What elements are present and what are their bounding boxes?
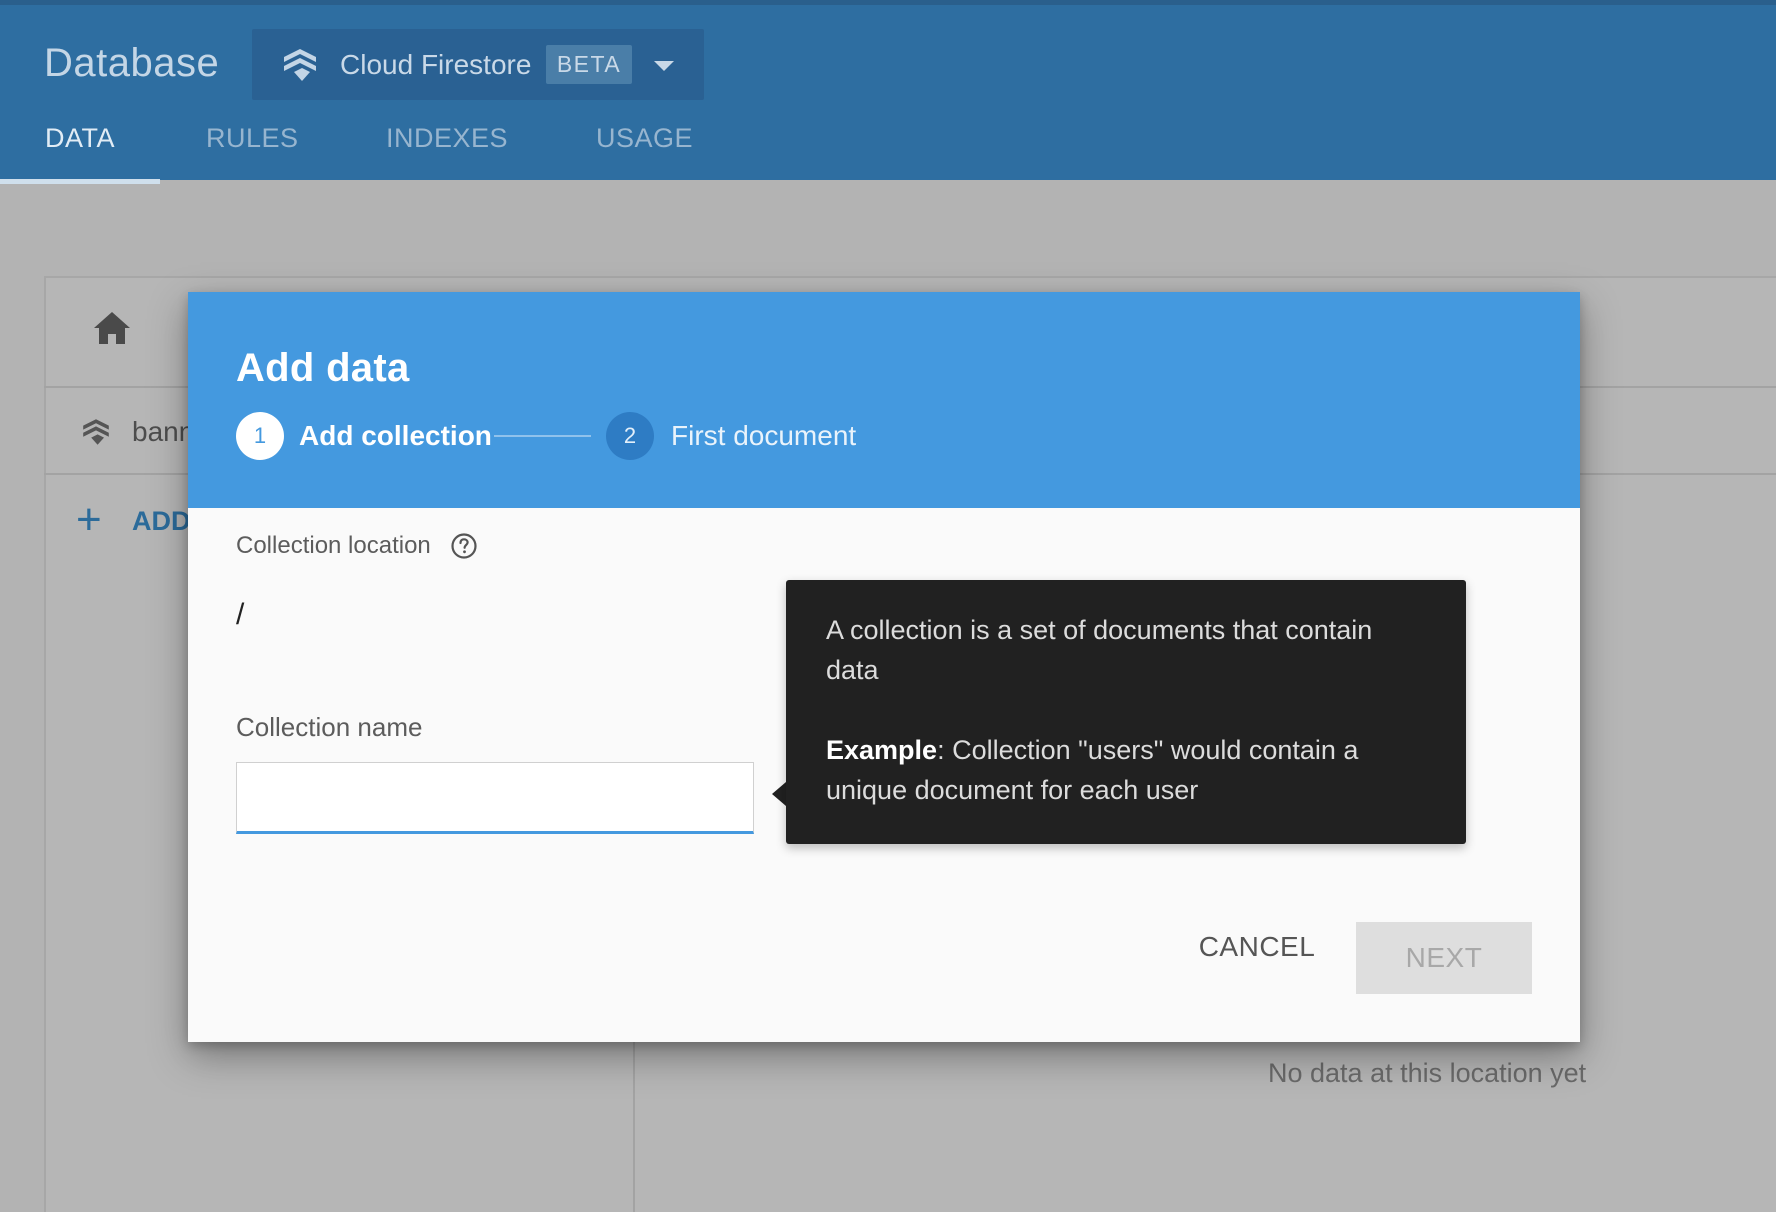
step-2-indicator: 2 (606, 412, 654, 460)
tooltip-example-text: : Collection "users" would contain a (937, 735, 1359, 765)
beta-badge: BETA (546, 45, 632, 84)
tooltip-line: data (826, 655, 879, 685)
add-collection-button[interactable]: ADD (132, 506, 191, 537)
help-icon[interactable] (450, 532, 478, 560)
stepper-connector (494, 435, 591, 437)
column-divider (633, 1040, 635, 1212)
collection-location-value: / (236, 598, 245, 631)
cancel-button[interactable]: CANCEL (1194, 922, 1320, 972)
step-1-indicator: 1 (236, 412, 284, 460)
empty-state-message: No data at this location yet (1268, 1058, 1587, 1088)
collection-location-label: Collection location (236, 532, 431, 559)
collection-item[interactable]: bann (132, 416, 194, 448)
tab-indexes[interactable]: INDEXES (386, 123, 508, 185)
active-tab-indicator (0, 179, 160, 184)
database-name: Cloud Firestore (340, 49, 532, 80)
tab-rules[interactable]: RULES (206, 123, 298, 185)
collection-name-label: Collection name (236, 712, 423, 742)
tab-usage[interactable]: USAGE (596, 123, 693, 185)
tooltip-example: Example: Collection "users" would contai… (826, 730, 1358, 770)
plus-icon[interactable]: + (76, 498, 102, 542)
tab-data[interactable]: DATA (44, 123, 116, 185)
collection-name-input[interactable] (236, 762, 754, 834)
tooltip-line: A collection is a set of documents that … (826, 615, 1373, 645)
tooltip-arrow (772, 782, 786, 806)
firestore-icon (284, 49, 316, 81)
step-1-label: Add collection (299, 420, 492, 451)
help-tooltip: A collection is a set of documents that … (786, 580, 1466, 844)
firestore-icon (83, 419, 109, 445)
tooltip-line: unique document for each user (826, 775, 1199, 805)
database-selector[interactable]: Cloud Firestore BETA (252, 29, 704, 100)
page-title: Database (44, 41, 220, 85)
next-button[interactable]: NEXT (1356, 922, 1532, 994)
dialog-header: Add data 1 Add collection 2 First docume… (188, 292, 1580, 508)
top-app-bar: Database Cloud Firestore BETA DATA RULES… (0, 0, 1776, 184)
home-icon[interactable] (92, 310, 132, 346)
firebase-console: Database Cloud Firestore BETA DATA RULES… (0, 0, 1776, 1212)
dialog-title: Add data (236, 346, 410, 390)
chevron-down-icon[interactable] (654, 61, 674, 71)
step-2-label: First document (671, 420, 857, 451)
tooltip-example-label: Example (826, 735, 938, 765)
